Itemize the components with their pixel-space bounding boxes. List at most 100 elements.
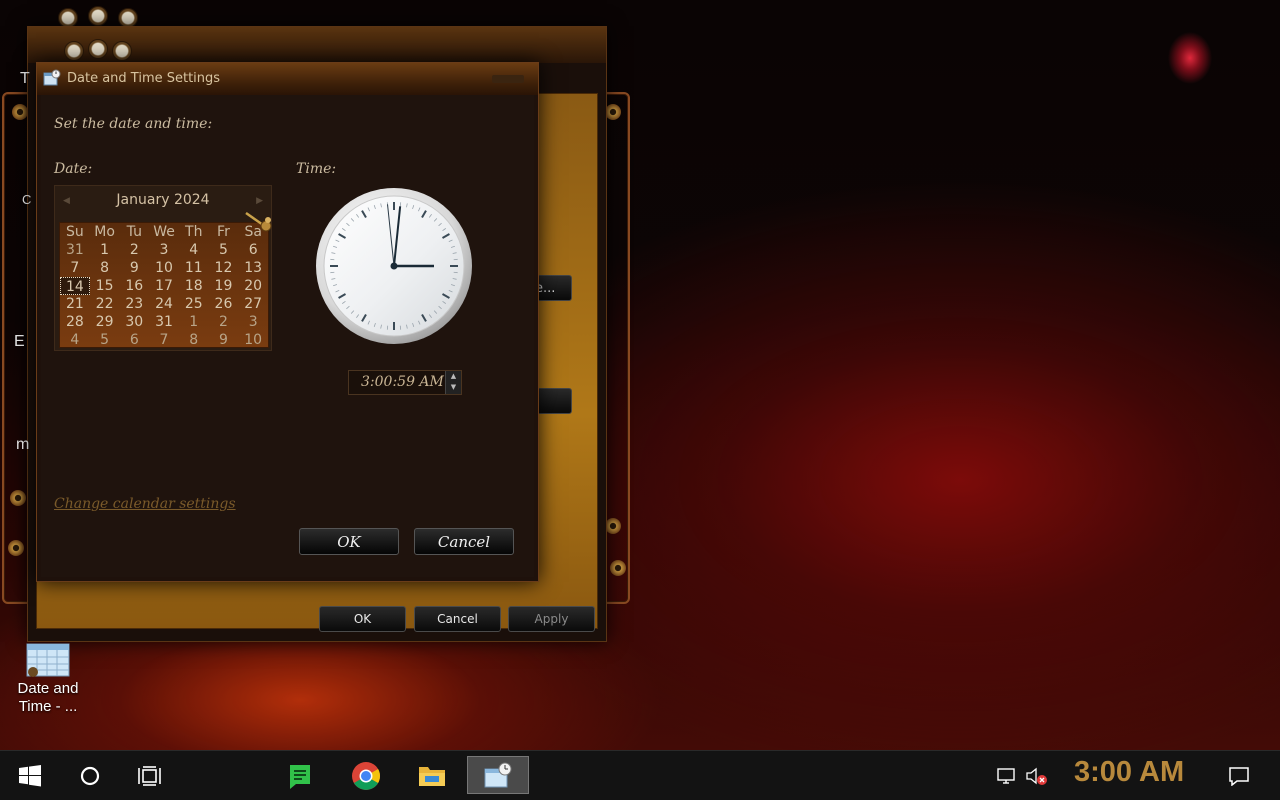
calendar-day[interactable]: 3 — [149, 241, 179, 259]
calendar-day[interactable]: 8 — [90, 259, 120, 277]
calendar-day[interactable]: 6 — [119, 331, 149, 349]
desktop-shortcut-date-time[interactable]: Date and Time - ... — [8, 636, 88, 716]
calendar-day[interactable]: 25 — [179, 295, 209, 313]
calendar-day[interactable]: 22 — [90, 295, 120, 313]
ok-button[interactable]: OK — [299, 528, 399, 555]
calendar-day[interactable]: 31 — [60, 241, 90, 259]
start-icon — [19, 765, 41, 787]
task-view-button[interactable] — [128, 751, 172, 800]
gauge-icon — [118, 8, 138, 28]
calendar-day[interactable]: 5 — [90, 331, 120, 349]
calendar-day[interactable]: 28 — [60, 313, 90, 331]
calendar-day[interactable]: 6 — [238, 241, 268, 259]
spin-up-icon[interactable]: ▲ — [446, 371, 461, 382]
calendar-weeks: 31 1 2 3 4 5 6 7 8 9 10 11 12 13 14 15 16 17 18 19 20 21 22 23 2… — [60, 241, 268, 349]
calendar-week: 4 5 6 7 8 9 10 — [60, 331, 268, 349]
taskbar-app-notes[interactable] — [277, 751, 323, 800]
tray-network[interactable] — [994, 751, 1018, 800]
calendar-day[interactable]: 16 — [119, 277, 149, 295]
calendar-day[interactable]: 9 — [119, 259, 149, 277]
tray-volume[interactable] — [1024, 751, 1050, 800]
dialog-title: Date and Time Settings — [67, 71, 221, 86]
calendar-day[interactable]: 20 — [238, 277, 268, 295]
weekday-th: Th — [185, 224, 203, 240]
change-calendar-settings-link[interactable]: Change calendar settings — [54, 496, 236, 512]
calendar-day[interactable]: 19 — [209, 277, 239, 295]
calendar-day[interactable]: 24 — [149, 295, 179, 313]
calendar-day[interactable]: 30 — [119, 313, 149, 331]
back-cancel-label: Cancel — [437, 612, 478, 626]
calendar-day[interactable]: 23 — [119, 295, 149, 313]
calendar-day[interactable]: 9 — [209, 331, 239, 349]
edge-letter: E — [14, 333, 25, 350]
calendar-day[interactable]: 2 — [119, 241, 149, 259]
calendar-day[interactable]: 11 — [179, 259, 209, 277]
calendar-day[interactable]: 18 — [179, 277, 209, 295]
clock-center — [390, 262, 398, 270]
close-icon[interactable] — [492, 75, 524, 83]
next-month-icon[interactable]: ▶ — [256, 196, 263, 206]
calendar-day[interactable]: 14 — [60, 277, 90, 295]
gauge-icon — [88, 6, 108, 26]
calendar-month-year[interactable]: January 2024 — [55, 192, 271, 208]
analog-clock — [316, 188, 472, 344]
volume-muted-icon — [1026, 767, 1047, 785]
calendar-day[interactable]: 8 — [179, 331, 209, 349]
dialog-titlebar[interactable]: Date and Time Settings — [37, 63, 538, 95]
edge-letter: T — [20, 70, 30, 87]
gear-icon — [605, 518, 621, 534]
calendar-day[interactable]: 7 — [60, 259, 90, 277]
back-cancel-button[interactable]: Cancel — [414, 606, 501, 632]
calendar-day[interactable]: 29 — [90, 313, 120, 331]
calendar-day[interactable]: 10 — [149, 259, 179, 277]
calendar-day[interactable]: 15 — [90, 277, 120, 295]
spin-down-icon[interactable]: ▼ — [446, 382, 461, 393]
calendar-day[interactable]: 13 — [238, 259, 268, 277]
edge-letter: C — [22, 192, 32, 207]
back-apply-label: Apply — [534, 612, 569, 626]
instruction-text: Set the date and time: — [54, 116, 213, 132]
back-apply-button[interactable]: Apply — [508, 606, 595, 632]
ok-label: OK — [337, 532, 361, 551]
calendar-day[interactable]: 21 — [60, 295, 90, 313]
back-ok-button[interactable]: OK — [319, 606, 406, 632]
weekday-header: Su Mo Tu We Th Fr Sa — [60, 223, 268, 241]
calendar-day[interactable]: 31 — [149, 313, 179, 331]
gauge-icon — [112, 41, 132, 61]
taskbar-app-explorer[interactable] — [409, 751, 455, 800]
calendar-day[interactable]: 1 — [90, 241, 120, 259]
calendar-day[interactable]: 12 — [209, 259, 239, 277]
calendar-day[interactable]: 3 — [238, 313, 268, 331]
calendar-day[interactable]: 1 — [179, 313, 209, 331]
calendar-week: 14 15 16 17 18 19 20 — [60, 277, 268, 295]
chrome-icon — [352, 762, 380, 790]
taskbar-app-date-time[interactable] — [467, 756, 529, 794]
calendar-day[interactable]: 4 — [60, 331, 90, 349]
calendar-day[interactable]: 5 — [209, 241, 239, 259]
gauge-icon — [58, 8, 78, 28]
calendar-day[interactable]: 10 — [238, 331, 268, 349]
network-icon — [997, 768, 1015, 784]
date-time-shortcut-icon — [26, 643, 70, 677]
month-calendar[interactable]: ◀ January 2024 ▶ Su Mo Tu We Th Fr Sa 31 1 2 3 4 5 6… — [54, 185, 272, 351]
cortana-icon — [80, 766, 100, 786]
calendar-day[interactable]: 27 — [238, 295, 268, 313]
time-input[interactable]: 3:00:59 AM ▲ ▼ — [348, 370, 462, 395]
cortana-button[interactable] — [68, 751, 112, 800]
time-value[interactable]: 3:00:59 AM — [361, 374, 444, 390]
taskbar-app-chrome[interactable] — [343, 751, 389, 800]
edge-letter: m — [16, 436, 30, 453]
cancel-button[interactable]: Cancel — [414, 528, 514, 555]
calendar-week: 31 1 2 3 4 5 6 — [60, 241, 268, 259]
start-button[interactable] — [8, 751, 52, 800]
calendar-day[interactable]: 4 — [179, 241, 209, 259]
weekday-su: Su — [65, 224, 84, 240]
calendar-day[interactable]: 2 — [209, 313, 239, 331]
shortcut-label-line2: Time - ... — [18, 698, 78, 715]
calendar-day[interactable]: 7 — [149, 331, 179, 349]
calendar-day[interactable]: 17 — [149, 277, 179, 295]
calendar-day[interactable]: 26 — [209, 295, 239, 313]
time-spinner[interactable]: ▲ ▼ — [445, 371, 461, 394]
taskbar-clock[interactable]: 3:00 AM — [1074, 756, 1184, 789]
notification-button[interactable] — [1222, 751, 1256, 800]
